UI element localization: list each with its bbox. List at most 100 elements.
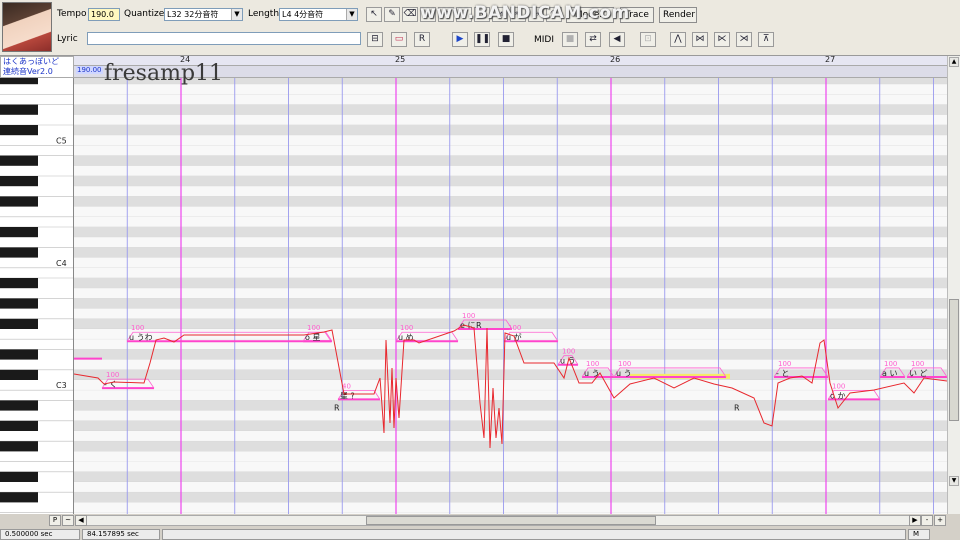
- tilde-button[interactable]: ~: [62, 515, 74, 526]
- black-key: [0, 78, 38, 85]
- eraser-tool-icon[interactable]: ⌫: [402, 7, 418, 22]
- black-key: [0, 400, 38, 411]
- black-key: [0, 278, 38, 289]
- grid-row: [74, 135, 947, 146]
- black-key: [0, 125, 38, 136]
- p-button[interactable]: P: [49, 515, 61, 526]
- play-icon[interactable]: ▶: [452, 32, 468, 47]
- lyric-input[interactable]: [87, 32, 361, 45]
- grid-row: [74, 420, 947, 431]
- grid-row: [74, 196, 947, 207]
- grid-row: [74, 257, 947, 268]
- bottom-bar: P ~ ◀ ▶ - + 0.500000 sec 84.157895 sec M: [0, 514, 960, 540]
- grid-row: [74, 380, 947, 391]
- note-lyric: R: [476, 321, 482, 330]
- note-velocity: 100: [462, 312, 475, 320]
- grid-row: [74, 278, 947, 289]
- insert-rest-icon[interactable]: ▭: [391, 32, 407, 47]
- note-lyric: 星 ?: [340, 391, 355, 400]
- piano-keyboard[interactable]: C5 C4 C3: [0, 78, 74, 514]
- note-lyric: - く: [104, 380, 117, 389]
- black-key: [0, 369, 38, 380]
- zoom-in-button[interactable]: +: [934, 515, 946, 526]
- grid-row: [74, 400, 947, 411]
- grid-row: [74, 308, 947, 319]
- chevron-down-icon[interactable]: ▼: [231, 9, 242, 20]
- vertical-scrollbar[interactable]: ▲ ▼: [947, 56, 960, 514]
- note-velocity: 100: [778, 360, 791, 368]
- piano-keys[interactable]: C5 C4 C3: [0, 78, 74, 514]
- grid-row: [74, 461, 947, 472]
- insert-note-icon[interactable]: ⊟: [367, 32, 383, 47]
- grid-row: [74, 165, 947, 176]
- stop-icon[interactable]: ■: [498, 32, 514, 47]
- grid-row: [74, 155, 947, 166]
- length-label: Length: [248, 9, 280, 19]
- note-velocity: 100: [911, 360, 924, 368]
- chevron-down-icon[interactable]: ▼: [346, 9, 357, 20]
- pause-icon[interactable]: ❚❚: [474, 32, 490, 47]
- grid-row: [74, 349, 947, 360]
- black-key: [0, 196, 38, 207]
- measure-number: 25: [395, 55, 406, 64]
- midi-record-icon[interactable]: ⇄: [585, 32, 601, 47]
- duration-readout: 84.157895 sec: [82, 529, 160, 540]
- note-lyric: - と: [776, 369, 789, 378]
- tempo-marker[interactable]: 190.00: [76, 66, 103, 74]
- grid-row: [74, 471, 947, 482]
- tempo-label: Tempo: [57, 9, 87, 19]
- vertical-scroll-thumb[interactable]: [949, 299, 959, 421]
- grid-row: [74, 441, 947, 452]
- horizontal-scrollbar[interactable]: ◀ ▶: [75, 515, 921, 526]
- octave-label: C3: [56, 381, 67, 390]
- midi-label: MIDI: [534, 35, 555, 45]
- grid-row: [74, 288, 947, 299]
- black-key: [0, 318, 38, 329]
- grid-row: [74, 104, 947, 115]
- pointer-tool-icon[interactable]: ↖: [366, 7, 382, 22]
- black-key: [0, 420, 38, 431]
- envelope-preset-1-icon[interactable]: ⋀: [670, 32, 686, 47]
- black-key: [0, 492, 38, 503]
- tempo-input[interactable]: 190.0: [88, 8, 120, 21]
- pencil-tool-icon[interactable]: ✎: [384, 7, 400, 22]
- scroll-down-icon[interactable]: ▼: [949, 476, 959, 486]
- render-button[interactable]: Render: [659, 7, 697, 23]
- envelope-preset-4-icon[interactable]: ⋊: [736, 32, 752, 47]
- note-lyric: u め: [398, 333, 414, 342]
- length-value: L4 4分音符: [282, 10, 324, 19]
- piano-roll-grid[interactable]: - く 100 u うわ 100 o 星 100 星 ? 40 Ru め 100 e に 100 Ru …: [74, 78, 947, 514]
- grid-row: [74, 410, 947, 421]
- lyric-label: Lyric: [57, 34, 78, 44]
- grid-row: [74, 206, 947, 217]
- quantize-select[interactable]: L32 32分音符 ▼: [164, 8, 243, 21]
- grid-row: [74, 216, 947, 227]
- scroll-right-icon[interactable]: ▶: [909, 515, 921, 526]
- note-area[interactable]: - く100u うわ100o 星100星 ?40Ru め100 e に100Ru …: [74, 78, 947, 514]
- utau-editor-window: Tempo 190.0 Quantize L32 32分音符 ▼ Length …: [0, 0, 960, 540]
- envelope-preset-5-icon[interactable]: ⊼: [758, 32, 774, 47]
- envelope-preset-3-icon[interactable]: ⋉: [714, 32, 730, 47]
- black-key: [0, 441, 38, 452]
- voicebank-line1: はくあっぽいど: [3, 57, 59, 66]
- scroll-up-icon[interactable]: ▲: [949, 57, 959, 67]
- speaker-icon[interactable]: ◀: [609, 32, 625, 47]
- note-velocity: 100: [508, 324, 521, 332]
- length-select[interactable]: L4 4分音符 ▼: [279, 8, 358, 21]
- midi-stop-icon[interactable]: ■: [562, 32, 578, 47]
- note-velocity: 100: [400, 324, 413, 332]
- grid-row: [74, 186, 947, 197]
- envelope-preset-2-icon[interactable]: ⋈: [692, 32, 708, 47]
- rest-r-icon[interactable]: R: [414, 32, 430, 47]
- grid-row: [74, 431, 947, 442]
- measure-number: 26: [610, 55, 621, 64]
- grid-row: [74, 482, 947, 493]
- scroll-left-icon[interactable]: ◀: [75, 515, 87, 526]
- grid-row: [74, 451, 947, 462]
- horizontal-scroll-thumb[interactable]: [366, 516, 656, 525]
- note-lyric: u うわ: [129, 333, 153, 342]
- note-velocity: 100: [562, 348, 575, 356]
- zoom-out-button[interactable]: -: [921, 515, 933, 526]
- disabled-tool-icon: ⊡: [640, 32, 656, 47]
- voicebank-name: はくあっぽいど 連続音Ver2.0: [0, 56, 74, 78]
